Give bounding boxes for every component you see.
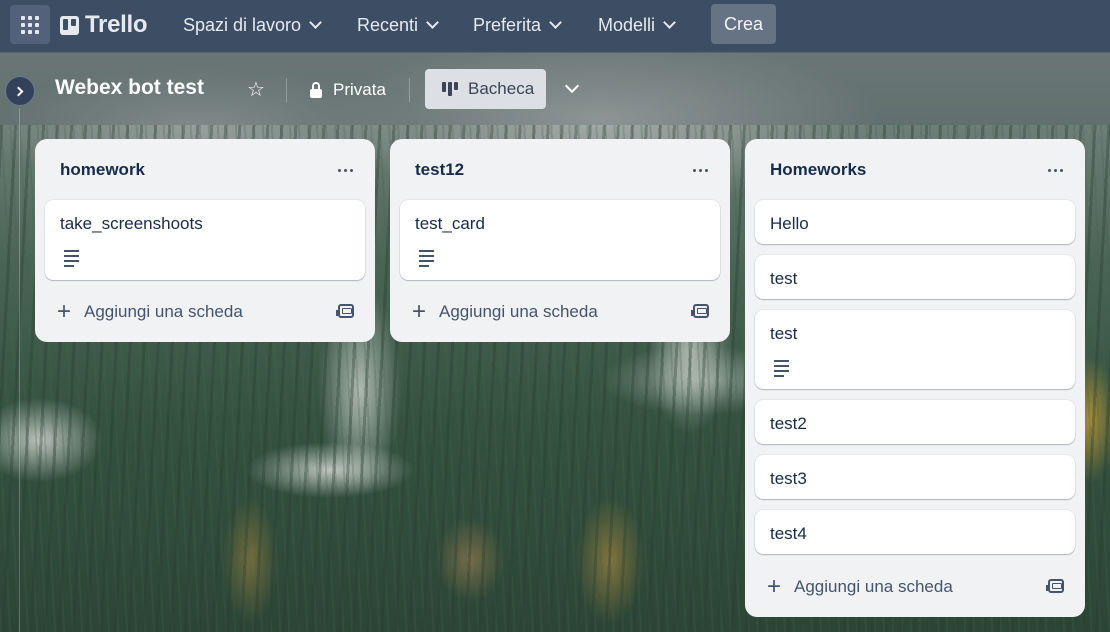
add-card-label: Aggiungi una scheda [439, 302, 598, 321]
sidebar-toggle-icon [13, 86, 24, 96]
card-title: take_screenshoots [60, 214, 203, 233]
add-card-label: Aggiungi una scheda [794, 577, 953, 596]
sidebar-toggle-button[interactable] [5, 76, 35, 106]
apps-grid-icon [21, 15, 39, 34]
chevron-down-icon [549, 16, 562, 29]
list-header: homework [60, 159, 355, 181]
card[interactable]: test [755, 310, 1075, 389]
card[interactable]: test4 [755, 510, 1075, 554]
header-divider [409, 78, 410, 102]
more-icon[interactable] [1048, 168, 1065, 172]
add-card-button[interactable]: + Aggiungi una scheda [56, 300, 243, 324]
plus-icon: + [411, 298, 426, 325]
nav-item-label: Preferita [473, 14, 542, 35]
nav-templates-menu[interactable]: Modelli [598, 10, 676, 40]
list-homework[interactable]: homework take_screenshoots + Aggiungi un… [35, 139, 375, 342]
board-icon [442, 82, 458, 96]
board-view-label: Bacheca [468, 79, 535, 98]
nav-item-label: Recenti [357, 14, 419, 35]
card[interactable]: Hello [755, 200, 1075, 244]
card-title: test [770, 324, 798, 343]
card[interactable]: test3 [755, 455, 1075, 499]
logo-text: Trello [85, 11, 148, 38]
trello-logo-icon [60, 15, 79, 35]
trello-logo[interactable]: Trello [60, 10, 148, 40]
nav-workspaces-menu[interactable]: Spazi di lavoro [183, 10, 322, 40]
card-title: Hello [770, 214, 809, 233]
chevron-down-icon [564, 78, 580, 94]
nav-item-label: Modelli [598, 14, 656, 35]
visibility-button[interactable]: Privata [309, 77, 386, 103]
list-header: test12 [415, 159, 710, 181]
card-title: test2 [770, 414, 807, 433]
add-card-label: Aggiungi una scheda [84, 302, 243, 321]
view-switcher-button[interactable] [563, 78, 581, 98]
list-test12[interactable]: test12 test_card + Aggiungi una scheda [390, 139, 730, 342]
board-title[interactable]: Webex bot test [55, 76, 204, 104]
plus-icon: + [56, 298, 71, 325]
app-switcher-button[interactable] [10, 5, 50, 44]
nav-item-label: Spazi di lavoro [183, 14, 302, 35]
template-icon[interactable] [336, 304, 354, 318]
description-icon [419, 250, 434, 270]
list-header: Homeworks [770, 159, 1065, 181]
card[interactable]: test [755, 255, 1075, 299]
card-title: test_card [415, 214, 485, 233]
more-icon[interactable] [693, 168, 710, 172]
list-title[interactable]: Homeworks [770, 160, 866, 180]
list-title[interactable]: test12 [415, 160, 464, 180]
more-icon[interactable] [338, 168, 355, 172]
star-icon[interactable]: ☆ [245, 79, 267, 101]
board-view-button[interactable]: Bacheca [425, 69, 546, 109]
description-icon [64, 250, 79, 270]
nav-recent-menu[interactable]: Recenti [357, 10, 439, 40]
plus-icon: + [766, 573, 781, 600]
card-title: test4 [770, 524, 807, 543]
template-icon[interactable] [1046, 579, 1064, 593]
card[interactable]: test_card [400, 200, 720, 280]
add-card-button[interactable]: + Aggiungi una scheda [411, 300, 598, 324]
card-title: test3 [770, 469, 807, 488]
chevron-down-icon [663, 16, 676, 29]
nav-starred-menu[interactable]: Preferita [473, 10, 562, 40]
create-button[interactable]: Crea [711, 4, 776, 44]
header-divider [286, 78, 287, 102]
visibility-label: Privata [333, 80, 386, 99]
template-icon[interactable] [691, 304, 709, 318]
sidebar-edge [19, 108, 20, 632]
card[interactable]: test2 [755, 400, 1075, 444]
chevron-down-icon [426, 16, 439, 29]
list-title[interactable]: homework [60, 160, 145, 180]
top-navigation: Trello Spazi di lavoro Recenti Preferita… [0, 0, 1110, 53]
add-card-button[interactable]: + Aggiungi una scheda [766, 575, 953, 599]
list-homeworks[interactable]: Homeworks Hello test test test2 test3 te… [745, 139, 1085, 617]
lock-icon [309, 82, 323, 98]
chevron-down-icon [309, 16, 322, 29]
card-title: test [770, 269, 798, 288]
card[interactable]: take_screenshoots [45, 200, 365, 280]
description-icon [774, 360, 789, 380]
